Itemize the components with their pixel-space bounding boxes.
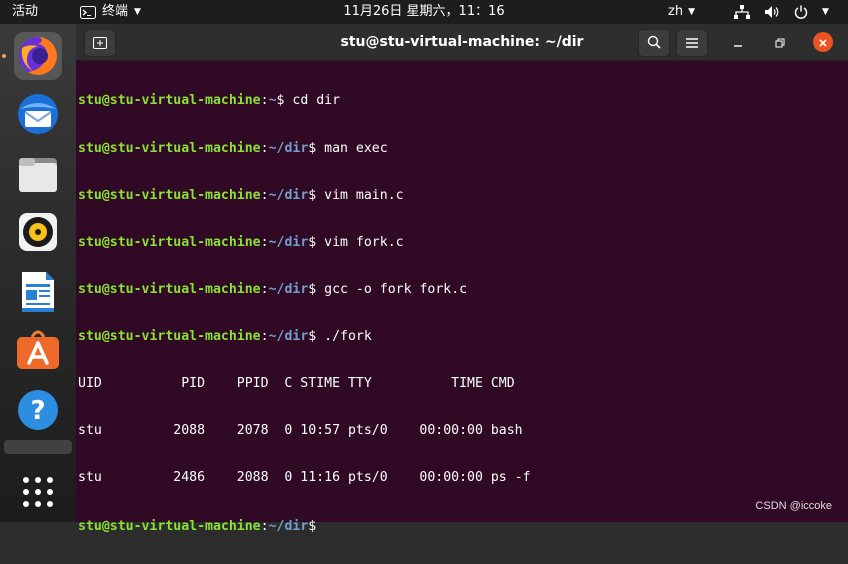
chevron-down-icon: ▼: [688, 7, 695, 17]
activities-button[interactable]: 活动: [12, 0, 38, 24]
system-menu[interactable]: ▼: [734, 0, 829, 24]
files-icon[interactable]: [14, 150, 62, 198]
terminal-line: stu@stu-virtual-machine:~/dir$: [78, 519, 325, 535]
network-icon: [734, 5, 750, 19]
language-menu[interactable]: zh ▼: [668, 0, 695, 24]
thunderbird-icon[interactable]: [14, 90, 62, 138]
terminal-line: stu@stu-virtual-machine:~/dir$ man exec: [78, 140, 388, 156]
command-text: ./fork: [324, 328, 372, 344]
active-indicator: [2, 54, 6, 58]
prompt-user: stu@stu-virtual-machine: [78, 328, 261, 344]
prompt-path: ~/dir: [268, 328, 309, 344]
prompt-user: stu@stu-virtual-machine: [78, 281, 261, 297]
prompt-user: stu@stu-virtual-machine: [78, 234, 261, 250]
terminal-line: stu@stu-virtual-machine:~/dir$ vim main.…: [78, 187, 404, 203]
app-menu[interactable]: 终端 ▼: [80, 0, 141, 24]
clock[interactable]: 11月26日 星期六，11：16: [343, 4, 504, 19]
prompt-path: ~: [268, 93, 277, 109]
terminal-line: stu@stu-virtual-machine:~/dir$ ./fork: [78, 328, 372, 344]
terminal-window: stu@stu-virtual-machine: ~/dir stu@stu-v…: [76, 24, 848, 534]
top-bar: 活动 终端 ▼ 11月26日 星期六，11：16 zh ▼ ▼: [0, 0, 848, 24]
volume-icon: [764, 5, 780, 19]
dock-separator: [4, 440, 72, 454]
language-label: zh: [668, 4, 684, 19]
prompt-path: ~/dir: [268, 140, 309, 156]
title-bar[interactable]: stu@stu-virtual-machine: ~/dir: [76, 24, 848, 61]
hamburger-menu-icon: [685, 34, 699, 53]
chevron-down-icon: ▼: [822, 7, 829, 17]
terminal-line: stu@stu-virtual-machine:~$ cd dir: [78, 93, 341, 109]
maximize-button[interactable]: [770, 32, 790, 52]
chevron-down-icon: ▼: [134, 7, 141, 17]
firefox-icon[interactable]: [14, 32, 62, 80]
command-text: gcc -o fork fork.c: [324, 281, 468, 297]
ps-row: stu 2088 2078 0 10:57 pts/0 00:00:00 bas…: [78, 423, 523, 439]
menu-button[interactable]: [676, 29, 708, 57]
svg-text:?: ?: [30, 396, 45, 426]
restore-icon: [775, 33, 785, 52]
prompt-path: ~/dir: [268, 234, 309, 250]
terminal-output[interactable]: stu@stu-virtual-machine:~$ cd dir stu@st…: [78, 62, 838, 564]
rhythmbox-icon[interactable]: [14, 208, 62, 256]
dock: ?: [0, 24, 76, 522]
terminal-line: stu@stu-virtual-machine:~/dir$ gcc -o fo…: [78, 281, 468, 297]
close-button[interactable]: [813, 32, 833, 52]
search-icon: [647, 34, 661, 53]
terminal-icon: [80, 5, 96, 19]
command-text: man exec: [324, 140, 388, 156]
ps-header: UID PID PPID C STIME TTY TIME CMD: [78, 375, 515, 391]
prompt-path: ~/dir: [268, 281, 309, 297]
command-text: cd dir: [292, 93, 341, 109]
terminal-line: stu@stu-virtual-machine:~/dir$ vim fork.…: [78, 234, 404, 250]
libreoffice-writer-icon[interactable]: [14, 268, 62, 316]
minimize-icon: [733, 33, 743, 52]
command-text: vim fork.c: [324, 234, 404, 250]
minimize-button[interactable]: [728, 32, 748, 52]
app-name: 终端: [102, 4, 129, 19]
ps-row: stu 2486 2088 0 11:16 pts/0 00:00:00 ps …: [78, 470, 531, 486]
ubuntu-software-icon[interactable]: [14, 326, 62, 374]
show-applications-icon[interactable]: [14, 468, 62, 516]
help-icon[interactable]: ?: [14, 386, 62, 434]
power-icon: [794, 5, 808, 19]
watermark: CSDN @iccoke: [755, 500, 832, 512]
prompt-path: ~/dir: [268, 187, 309, 203]
prompt-user: stu@stu-virtual-machine: [78, 93, 261, 109]
close-icon: [818, 33, 828, 52]
search-button[interactable]: [638, 29, 670, 57]
prompt-user: stu@stu-virtual-machine: [78, 187, 261, 203]
command-text: vim main.c: [324, 187, 404, 203]
prompt-user: stu@stu-virtual-machine: [78, 140, 261, 156]
